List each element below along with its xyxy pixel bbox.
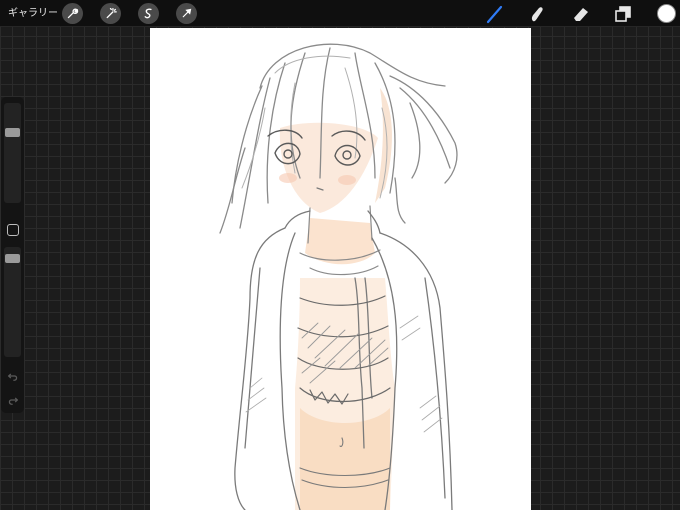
brush-size-thumb[interactable] — [5, 128, 20, 138]
top-toolbar: ギャラリー — [0, 0, 680, 27]
smudge-icon[interactable] — [526, 3, 548, 25]
opacity-slider[interactable] — [4, 247, 21, 357]
sketch-artwork — [219, 43, 458, 510]
layers-icon[interactable] — [612, 3, 634, 25]
color-swatch[interactable] — [657, 4, 676, 23]
gallery-button[interactable]: ギャラリー — [8, 6, 58, 21]
actions-icon[interactable] — [62, 3, 83, 24]
brush-icon[interactable] — [484, 3, 506, 25]
brush-size-slider[interactable] — [4, 103, 21, 203]
undo-icon[interactable] — [6, 369, 20, 383]
selection-icon[interactable] — [138, 3, 159, 24]
transform-icon[interactable] — [176, 3, 197, 24]
modify-button[interactable] — [7, 224, 19, 236]
adjustments-icon[interactable] — [100, 3, 121, 24]
redo-icon[interactable] — [6, 393, 20, 407]
eraser-icon[interactable] — [570, 3, 592, 25]
opacity-thumb[interactable] — [5, 254, 20, 264]
drawing-canvas[interactable] — [150, 28, 531, 510]
sidebar — [1, 97, 24, 413]
